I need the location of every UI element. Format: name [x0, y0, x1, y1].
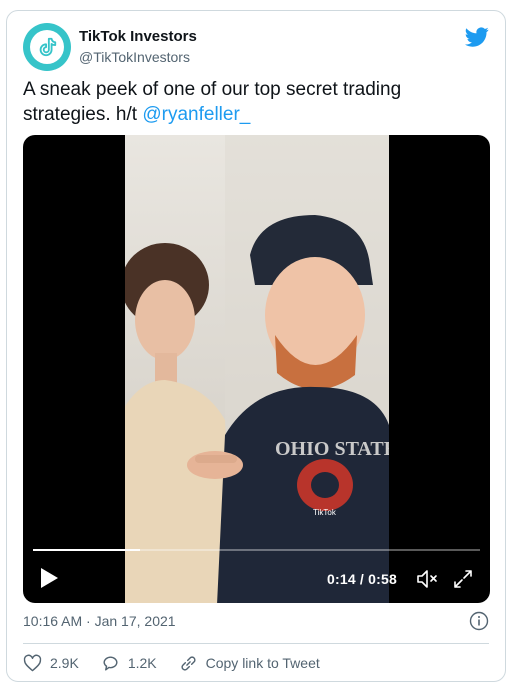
twitter-bird-icon[interactable]: [465, 25, 489, 49]
copy-link-label: Copy link to Tweet: [205, 655, 320, 671]
info-icon[interactable]: [469, 611, 489, 631]
author-handle[interactable]: @TikTokInvestors: [79, 48, 197, 66]
video-still: OHIO STATE TikTok: [125, 135, 389, 603]
reply-button[interactable]: 1.2K: [101, 654, 157, 673]
link-icon: [181, 655, 196, 671]
tweet-header: TikTok Investors @TikTokInvestors: [23, 23, 489, 71]
progress-fill: [33, 549, 141, 551]
like-count: 2.9K: [50, 655, 79, 671]
tiktok-watermark: TikTok: [313, 508, 337, 517]
reply-count: 1.2K: [127, 655, 157, 671]
shirt-text: OHIO STATE: [275, 438, 389, 460]
copy-link-button[interactable]: Copy link to Tweet: [179, 654, 320, 673]
tweet-timestamp[interactable]: 10:16 AM · Jan 17, 2021: [23, 613, 176, 629]
tweet-card: TikTok Investors @TikTokInvestors A snea…: [6, 10, 506, 682]
play-icon[interactable]: [39, 567, 59, 589]
fullscreen-icon[interactable]: [451, 567, 475, 591]
like-button[interactable]: 2.9K: [23, 654, 79, 673]
divider: [23, 643, 489, 644]
duration: 0:58: [368, 571, 397, 587]
video-player[interactable]: OHIO STATE TikTok 0:14 / 0:58: [23, 135, 490, 603]
author-names: TikTok Investors @TikTokInvestors: [79, 28, 197, 66]
action-bar: 2.9K 1.2K Copy link to Tweet: [23, 651, 342, 675]
tweet-text: A sneak peek of one of our top secret tr…: [23, 77, 489, 127]
tiktok-logo-icon: [30, 30, 64, 64]
author-display-name[interactable]: TikTok Investors: [79, 28, 197, 46]
heart-icon: [23, 654, 42, 671]
video-time: 0:14 / 0:58: [327, 571, 397, 587]
current-time: 0:14: [327, 571, 356, 587]
avatar[interactable]: [23, 23, 71, 71]
reply-icon: [103, 655, 118, 671]
progress-bar[interactable]: [33, 549, 480, 551]
volume-icon[interactable]: [415, 567, 439, 591]
mention-link[interactable]: @ryanfeller_: [142, 104, 250, 125]
video-frame: OHIO STATE TikTok: [125, 135, 389, 603]
